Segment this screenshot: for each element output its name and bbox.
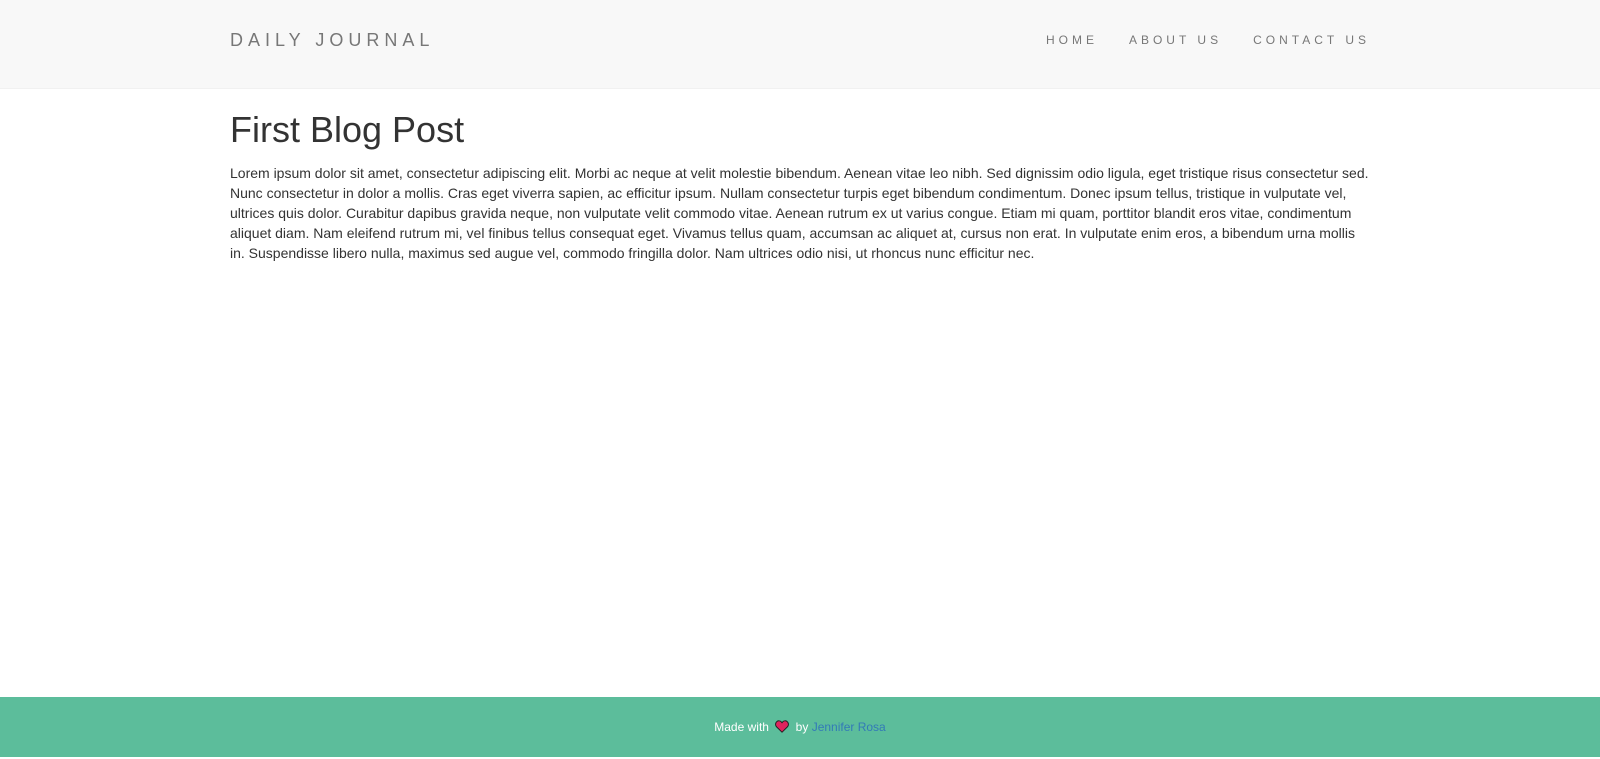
- footer-made-with-text: Made with: [714, 720, 769, 734]
- heart-icon: [775, 699, 790, 733]
- footer: Made with by Jennifer Rosa: [0, 697, 1600, 757]
- nav-links: HOME ABOUT US CONTACT US: [1015, 32, 1370, 48]
- nav-home-link[interactable]: HOME: [1046, 32, 1098, 48]
- nav-contact-link[interactable]: CONTACT US: [1253, 32, 1370, 48]
- footer-by-text: by: [795, 720, 809, 734]
- post-body: Lorem ipsum dolor sit amet, consectetur …: [230, 165, 1369, 261]
- navbar: DAILY JOURNAL HOME ABOUT US CONTACT US: [0, 0, 1600, 89]
- main-content: First Blog Post Lorem ipsum dolor sit am…: [230, 108, 1370, 263]
- nav-about-link[interactable]: ABOUT US: [1129, 32, 1222, 48]
- brand-link[interactable]: DAILY JOURNAL: [230, 28, 434, 52]
- post-title: First Blog Post: [230, 109, 465, 150]
- author-link[interactable]: Jennifer Rosa: [812, 720, 886, 734]
